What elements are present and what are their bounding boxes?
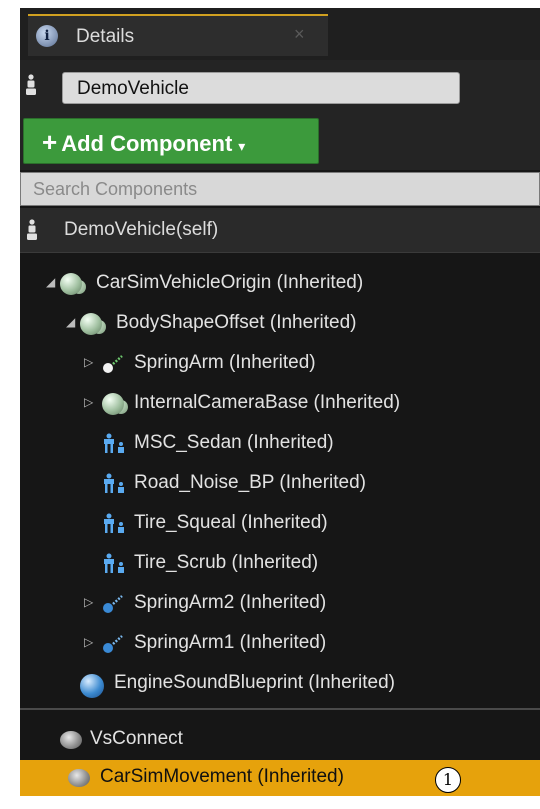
child-actor-icon (104, 513, 124, 533)
details-panel: i Details × DemoVehicle + Add Component ▾ … (20, 8, 540, 796)
tree-item-label: InternalCameraBase (Inherited) (134, 392, 401, 413)
tab-details[interactable]: i Details × (28, 14, 328, 56)
blueprint-component-icon (80, 674, 104, 698)
tree-item-label: MSC_Sedan (Inherited) (134, 432, 334, 453)
tree-item[interactable]: ▷ SpringArm1 (Inherited) (20, 624, 540, 664)
tab-title: Details (76, 26, 135, 47)
child-actor-icon (104, 433, 124, 453)
tree-item[interactable]: ▷ InternalCameraBase (Inherited) (20, 384, 540, 424)
tree-item-label: CarSimVehicleOrigin (Inherited) (96, 272, 364, 293)
actor-name-row: DemoVehicle (20, 60, 540, 110)
scene-component-icon (80, 313, 102, 335)
child-actor-icon (104, 553, 124, 573)
child-actor-icon (104, 473, 124, 493)
actor-component-icon (60, 731, 82, 749)
expand-arrow-icon[interactable]: ◢ (66, 315, 75, 329)
component-item-carsimmovement[interactable]: CarSimMovement (Inherited) (20, 760, 540, 796)
callout-marker: 1 (435, 767, 461, 793)
scene-component-icon (102, 393, 124, 415)
tree-item-label: SpringArm2 (Inherited) (134, 592, 327, 613)
chevron-down-icon: ▾ (238, 138, 246, 154)
tree-item[interactable]: MSC_Sedan (Inherited) (20, 424, 540, 464)
tree-item[interactable]: ◢ BodyShapeOffset (Inherited) (20, 304, 540, 344)
tree-item-label: Road_Noise_BP (Inherited) (134, 472, 367, 493)
expand-arrow-icon[interactable]: ▷ (84, 395, 93, 409)
component-item-vsconnect[interactable]: VsConnect (20, 720, 540, 760)
tree-item[interactable]: Tire_Squeal (Inherited) (20, 504, 540, 544)
tree-item-label: BodyShapeOffset (Inherited) (116, 312, 357, 333)
tab-strip: i Details × (20, 8, 540, 60)
close-icon[interactable]: × (294, 24, 305, 45)
actor-icon (27, 219, 37, 240)
tree-item-label: Tire_Scrub (Inherited) (134, 552, 319, 573)
tree-item[interactable]: ◢ CarSimVehicleOrigin (Inherited) (20, 264, 540, 304)
expand-arrow-icon[interactable]: ▷ (84, 635, 93, 649)
tree-item[interactable]: Road_Noise_BP (Inherited) (20, 464, 540, 504)
plus-icon: + (42, 127, 58, 157)
self-row-label: DemoVehicle(self) (64, 219, 219, 240)
component-label: VsConnect (90, 728, 183, 749)
tree-divider (20, 708, 540, 710)
add-component-row: + Add Component ▾ (20, 110, 540, 170)
component-label: CarSimMovement (Inherited) (100, 766, 344, 787)
add-component-label: Add Component (61, 131, 233, 156)
expand-arrow-icon[interactable]: ▷ (84, 595, 93, 609)
self-row[interactable]: DemoVehicle(self) (20, 208, 540, 253)
scene-component-icon (60, 273, 82, 295)
search-components-input[interactable]: Search Components (20, 172, 540, 206)
actor-icon (26, 74, 36, 95)
component-tree: ◢ CarSimVehicleOrigin (Inherited) ◢ Body… (20, 264, 540, 704)
tree-item[interactable]: ▷ SpringArm (Inherited) (20, 344, 540, 384)
actor-component-icon (68, 769, 90, 787)
tree-item[interactable]: ▷ SpringArm2 (Inherited) (20, 584, 540, 624)
tree-item[interactable]: EngineSoundBlueprint (Inherited) (20, 664, 540, 704)
tree-item-label: EngineSoundBlueprint (Inherited) (114, 672, 395, 693)
tree-item-label: SpringArm (Inherited) (134, 352, 316, 373)
info-icon: i (36, 25, 58, 47)
tree-item-label: SpringArm1 (Inherited) (134, 632, 327, 653)
tree-item[interactable]: Tire_Scrub (Inherited) (20, 544, 540, 584)
add-component-button[interactable]: + Add Component ▾ (23, 118, 319, 164)
spring-arm-icon (103, 635, 123, 653)
expand-arrow-icon[interactable]: ◢ (46, 275, 55, 289)
expand-arrow-icon[interactable]: ▷ (84, 355, 93, 369)
spring-arm-icon (103, 595, 123, 613)
actor-name-field[interactable]: DemoVehicle (62, 72, 460, 104)
tree-item-label: Tire_Squeal (Inherited) (134, 512, 328, 533)
spring-arm-icon (103, 355, 123, 373)
